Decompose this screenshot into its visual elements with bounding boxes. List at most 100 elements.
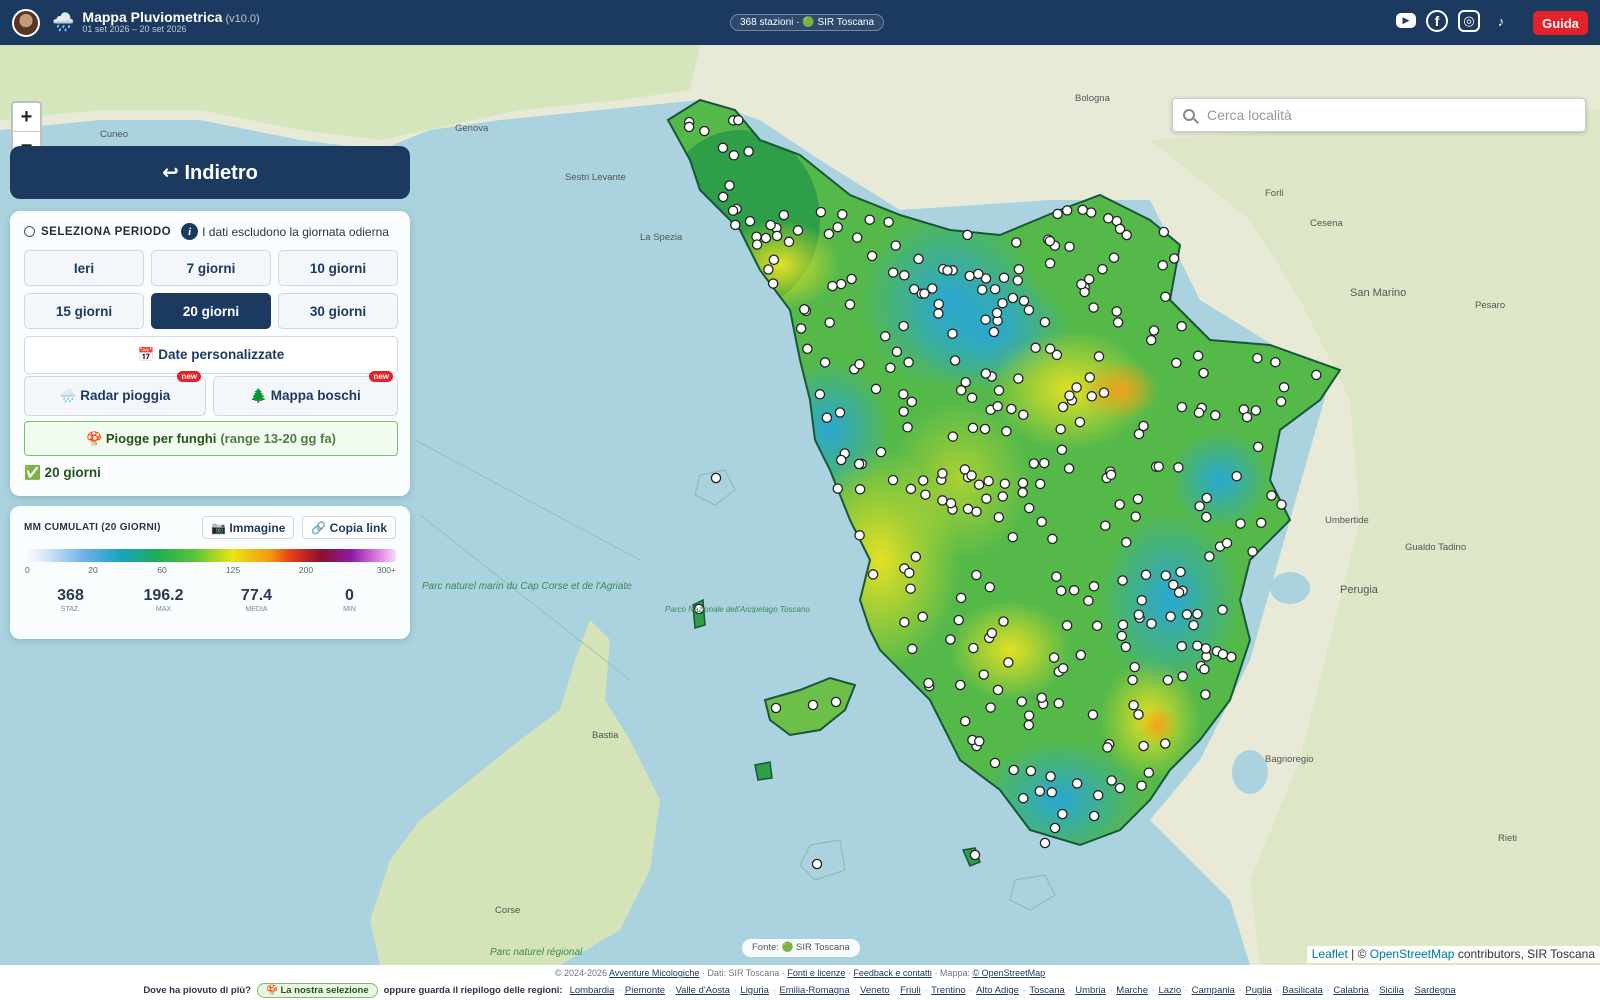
site-link[interactable]: Avventure Micologiche [609,968,699,978]
station-marker[interactable] [1252,441,1264,453]
station-marker[interactable] [955,592,967,604]
mushroom-rain-button[interactable]: 🍄 Piogge per funghi (range 13-20 gg fa) [24,421,398,456]
station-marker[interactable] [899,270,910,281]
tiktok-icon[interactable]: ♪ [1490,10,1512,32]
custom-dates-button[interactable]: 📅 Date personalizzate [24,336,398,374]
station-marker[interactable] [974,736,985,747]
station-marker[interactable] [1116,630,1128,642]
station-marker[interactable] [980,314,991,325]
station-marker[interactable] [1057,401,1069,413]
station-marker[interactable] [1057,663,1069,674]
station-marker[interactable] [1023,719,1035,731]
station-marker[interactable] [885,362,896,374]
station-marker[interactable] [864,214,875,225]
station-marker[interactable] [1045,771,1056,782]
station-marker[interactable] [945,497,957,509]
station-marker[interactable] [1130,511,1141,522]
region-link[interactable]: Valle d'Aosta [676,985,730,996]
station-marker[interactable] [870,383,882,395]
station-marker[interactable] [903,357,914,368]
station-marker[interactable] [733,114,744,126]
region-link[interactable]: Toscana [1029,985,1064,996]
station-marker[interactable] [730,219,741,231]
station-marker[interactable] [945,634,956,645]
station-marker[interactable] [1188,619,1199,631]
station-marker[interactable] [1071,382,1082,393]
station-marker[interactable] [1085,207,1097,218]
station-marker[interactable] [937,495,948,506]
station-marker[interactable] [1157,260,1169,271]
station-marker[interactable] [783,236,795,248]
station-marker[interactable] [985,702,996,713]
station-marker[interactable] [983,475,994,487]
station-marker[interactable] [979,423,991,435]
station-marker[interactable] [920,489,931,500]
station-marker[interactable] [1007,292,1019,304]
avatar[interactable] [12,8,40,37]
station-marker[interactable] [947,431,959,442]
station-marker[interactable] [1114,782,1126,794]
station-marker[interactable] [1039,457,1050,469]
station-marker[interactable] [1160,291,1171,303]
station-marker[interactable] [1140,569,1152,581]
period-20d-button[interactable]: 20 giorni [151,293,271,329]
station-marker[interactable] [834,407,846,418]
station-marker[interactable] [832,221,843,233]
station-marker[interactable] [976,284,988,295]
station-marker[interactable] [1039,837,1051,849]
station-marker[interactable] [1088,302,1099,313]
station-marker[interactable] [913,253,924,265]
station-marker[interactable] [1105,469,1117,481]
region-link[interactable]: Piemonte [625,985,665,996]
station-marker[interactable] [1023,710,1035,721]
station-marker[interactable] [949,355,961,366]
station-marker[interactable] [1128,699,1139,711]
station-marker[interactable] [1192,640,1203,651]
station-marker[interactable] [1270,356,1281,368]
station-marker[interactable] [991,307,1003,319]
region-link[interactable]: Veneto [860,985,890,996]
station-marker[interactable] [973,268,984,280]
sources-link[interactable]: Fonti e licenze [787,968,845,978]
station-marker[interactable] [815,206,827,218]
station-marker[interactable] [1266,490,1277,501]
station-marker[interactable] [1028,458,1040,469]
station-marker[interactable] [1011,237,1022,248]
station-marker[interactable] [1048,652,1060,663]
region-link[interactable]: Basilicata [1282,985,1323,996]
station-marker[interactable] [763,264,774,275]
station-marker[interactable] [1001,426,1012,437]
station-marker[interactable] [1044,235,1056,247]
station-marker[interactable] [1071,778,1083,789]
period-7d-button[interactable]: 7 giorni [151,250,271,286]
station-marker[interactable] [953,614,964,626]
station-marker[interactable] [1231,470,1242,482]
station-marker[interactable] [765,219,776,231]
station-marker[interactable] [962,229,973,241]
station-marker[interactable] [984,581,996,593]
station-marker[interactable] [1039,316,1051,328]
station-marker[interactable] [1061,205,1073,216]
station-marker[interactable] [966,392,978,404]
station-marker[interactable] [1192,608,1203,620]
station-marker[interactable] [744,215,756,227]
station-marker[interactable] [717,191,729,203]
station-marker[interactable] [814,389,826,400]
station-marker[interactable] [1201,492,1213,504]
station-marker[interactable] [1138,420,1149,432]
station-marker[interactable] [899,616,910,628]
station-marker[interactable] [821,412,833,423]
station-marker[interactable] [971,506,982,517]
station-marker[interactable] [1117,575,1128,586]
station-marker[interactable] [853,458,865,470]
station-marker[interactable] [962,503,974,515]
station-marker[interactable] [898,320,909,332]
youtube-icon[interactable]: ▶ [1396,13,1416,28]
leaflet-link[interactable]: Leaflet [1312,947,1348,961]
region-link[interactable]: Sardegna [1414,985,1455,996]
station-marker[interactable] [1175,566,1186,578]
station-marker[interactable] [917,611,928,623]
osm-footer-link[interactable]: © OpenStreetMap [972,968,1045,978]
station-marker[interactable] [1018,409,1029,421]
station-marker[interactable] [1103,213,1114,224]
